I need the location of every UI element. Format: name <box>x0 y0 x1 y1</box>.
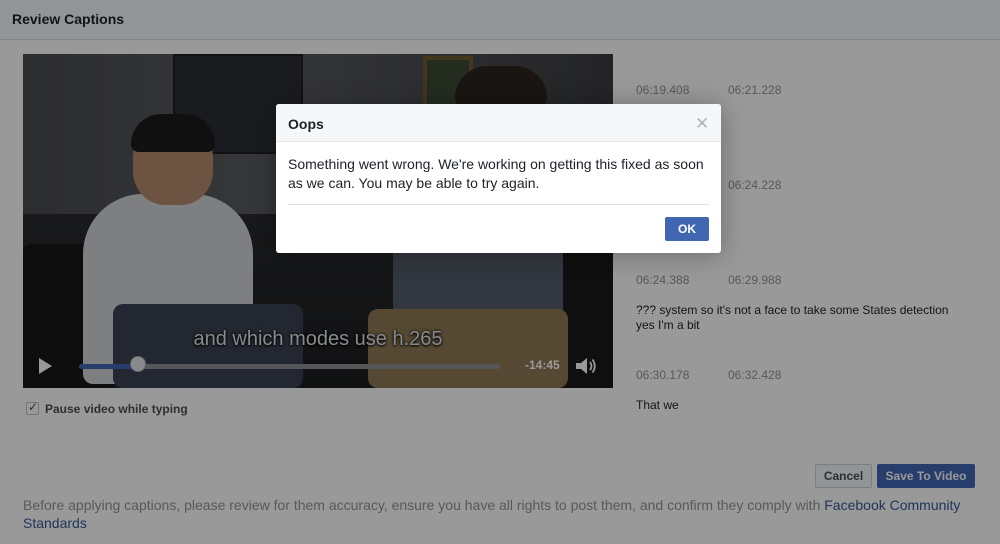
close-icon[interactable]: ✕ <box>695 114 709 134</box>
dialog-title: Oops <box>288 116 324 132</box>
error-dialog: Oops ✕ Something went wrong. We're worki… <box>276 104 721 253</box>
modal-overlay[interactable] <box>0 0 1000 544</box>
dialog-header: Oops ✕ <box>276 104 721 142</box>
dialog-message: Something went wrong. We're working on g… <box>288 156 704 191</box>
ok-button[interactable]: OK <box>665 217 709 241</box>
dialog-divider <box>288 204 709 205</box>
